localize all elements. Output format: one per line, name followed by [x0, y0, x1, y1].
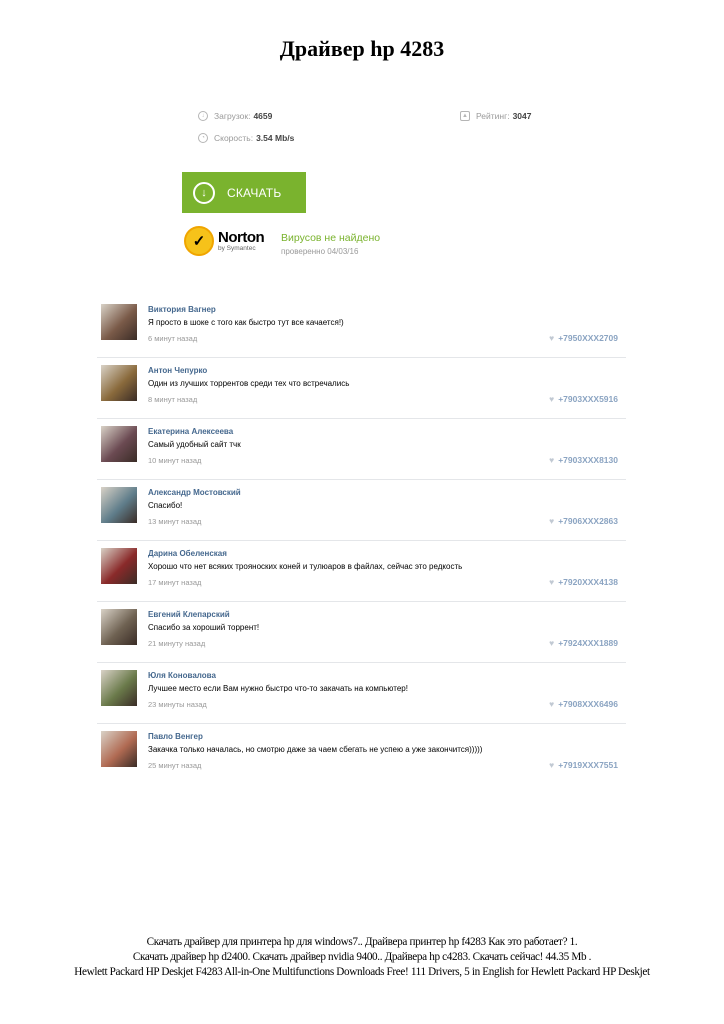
comment-text: Закачка только началась, но смотрю даже …: [148, 745, 483, 754]
footer-line: Hewlett Packard HP Deskjet F4283 All-in-…: [74, 966, 650, 978]
download-button-label: СКАЧАТЬ: [227, 185, 282, 200]
rating-stat: ▲ Рейтинг: 3047: [460, 111, 532, 121]
comment-time: 25 минут назад: [148, 761, 202, 770]
comment-author[interactable]: Евгений Клепарский: [148, 610, 230, 619]
heart-icon[interactable]: ♥: [549, 394, 554, 404]
comment-time: 21 минуту назад: [148, 639, 206, 648]
heart-icon[interactable]: ♥: [549, 333, 554, 343]
rating-label: Рейтинг:: [476, 111, 510, 121]
comment-author[interactable]: Екатерина Алексеева: [148, 427, 233, 436]
comment-author[interactable]: Антон Чепурко: [148, 366, 207, 375]
comment-author[interactable]: Павло Венгер: [148, 732, 203, 741]
virus-status: Вирусов не найдено: [281, 232, 381, 244]
footer-line: Скачать драйвер hp d2400. Скачать драйве…: [132, 951, 592, 963]
footer-text: Скачать драйвер для принтера hp для wind…: [0, 935, 724, 980]
download-circle-icon: ↓: [193, 181, 215, 204]
norton-sub: by Symantec: [218, 244, 256, 252]
norton-logo: ✓ Norton by Symantec: [184, 226, 265, 256]
download-arrow-icon: ↓: [198, 111, 208, 121]
comment-item: Екатерина Алексеева Самый удобный сайт т…: [97, 419, 626, 480]
downloads-stat: ↓ Загрузок: 4659: [198, 111, 272, 121]
phone-number: +7919XXX7551: [558, 760, 618, 770]
avatar[interactable]: [101, 670, 137, 706]
comment-text: Самый удобный сайт тчк: [148, 440, 241, 449]
download-button[interactable]: ↓ СКАЧАТЬ: [182, 172, 306, 213]
speed-value: 3.54 Mb/s: [256, 133, 295, 143]
phone-number: +7903XXX5916: [558, 394, 618, 404]
comments-list: Виктория Вагнер Я просто в шоке с того к…: [97, 297, 626, 784]
comment-author[interactable]: Виктория Вагнер: [148, 305, 216, 314]
comment-item: Антон Чепурко Один из лучших торрентов с…: [97, 358, 626, 419]
avatar[interactable]: [101, 609, 137, 645]
avatar[interactable]: [101, 548, 137, 584]
heart-icon[interactable]: ♥: [549, 455, 554, 465]
comment-time: 23 минуты назад: [148, 700, 207, 709]
phone-number: +7908XXX6496: [558, 699, 618, 709]
comment-time: 8 минут назад: [148, 395, 198, 404]
avatar[interactable]: [101, 426, 137, 462]
comment-item: Павло Венгер Закачка только началась, но…: [97, 724, 626, 784]
comment-author[interactable]: Дарина Обеленская: [148, 549, 227, 558]
comment-author[interactable]: Юля Коновалова: [148, 671, 216, 680]
phone-number: +7950XXX2709: [558, 333, 618, 343]
page-title: Драйвер hp 4283: [279, 36, 445, 61]
comment-text: Я просто в шоке с того как быстро тут вс…: [148, 318, 344, 327]
phone-number: +7906XXX2863: [558, 516, 618, 526]
rating-value: 3047: [512, 111, 532, 121]
comment-phone: ♥ +7924XXX1889: [549, 638, 618, 648]
phone-number: +7903XXX8130: [558, 455, 618, 465]
comment-author[interactable]: Александр Мостовский: [148, 488, 241, 497]
comment-item: Виктория Вагнер Я просто в шоке с того к…: [97, 297, 626, 358]
comment-text: Спасибо за хороший торрент!: [148, 623, 260, 632]
heart-icon[interactable]: ♥: [549, 699, 554, 709]
avatar[interactable]: [101, 365, 137, 401]
comment-time: 13 минут назад: [148, 517, 202, 526]
speed-label: Скорость:: [214, 133, 254, 143]
comment-item: Александр Мостовский Спасибо! 13 минут н…: [97, 480, 626, 541]
phone-number: +7924XXX1889: [558, 638, 618, 648]
comment-time: 17 минут назад: [148, 578, 202, 587]
heart-icon[interactable]: ♥: [549, 577, 554, 587]
downloads-value: 4659: [253, 111, 273, 121]
comment-phone: ♥ +7903XXX8130: [549, 455, 618, 465]
comment-phone: ♥ +7903XXX5916: [549, 394, 618, 404]
comment-time: 6 минут назад: [148, 334, 198, 343]
comment-item: Евгений Клепарский Спасибо за хороший то…: [97, 602, 626, 663]
comment-phone: ♥ +7919XXX7551: [549, 760, 618, 770]
comment-text: Спасибо!: [148, 501, 183, 510]
speed-stat: ◔ Скорость: 3.54 Mb/s: [198, 133, 294, 143]
speedometer-icon: ◔: [198, 133, 208, 143]
comment-text: Один из лучших торрентов среди тех что в…: [148, 379, 350, 388]
heart-icon[interactable]: ♥: [549, 638, 554, 648]
norton-check-icon: ✓: [184, 226, 214, 256]
comment-text: Хорошо что нет всяких трояноских коней и…: [148, 562, 463, 571]
comment-phone: ♥ +7920XXX4138: [549, 577, 618, 587]
thumbs-up-icon: ▲: [460, 111, 470, 121]
avatar[interactable]: [101, 304, 137, 340]
virus-check-date: проверенно 04/03/16: [281, 247, 359, 256]
virus-check: Вирусов не найдено проверенно 04/03/16: [281, 232, 380, 256]
comment-time: 10 минут назад: [148, 456, 202, 465]
heart-icon[interactable]: ♥: [549, 760, 554, 770]
heart-icon[interactable]: ♥: [549, 516, 554, 526]
comment-phone: ♥ +7908XXX6496: [549, 699, 618, 709]
comment-phone: ♥ +7950XXX2709: [549, 333, 618, 343]
avatar[interactable]: [101, 731, 137, 767]
phone-number: +7920XXX4138: [558, 577, 618, 587]
downloads-label: Загрузок:: [214, 111, 251, 121]
comment-item: Дарина Обеленская Хорошо что нет всяких …: [97, 541, 626, 602]
norton-brand: Norton: [218, 228, 265, 246]
comment-item: Юля Коновалова Лучшее место если Вам нуж…: [97, 663, 626, 724]
avatar[interactable]: [101, 487, 137, 523]
footer-line: Скачать драйвер для принтера hp для wind…: [146, 936, 578, 948]
comment-text: Лучшее место если Вам нужно быстро что-т…: [148, 684, 408, 693]
comment-phone: ♥ +7906XXX2863: [549, 516, 618, 526]
